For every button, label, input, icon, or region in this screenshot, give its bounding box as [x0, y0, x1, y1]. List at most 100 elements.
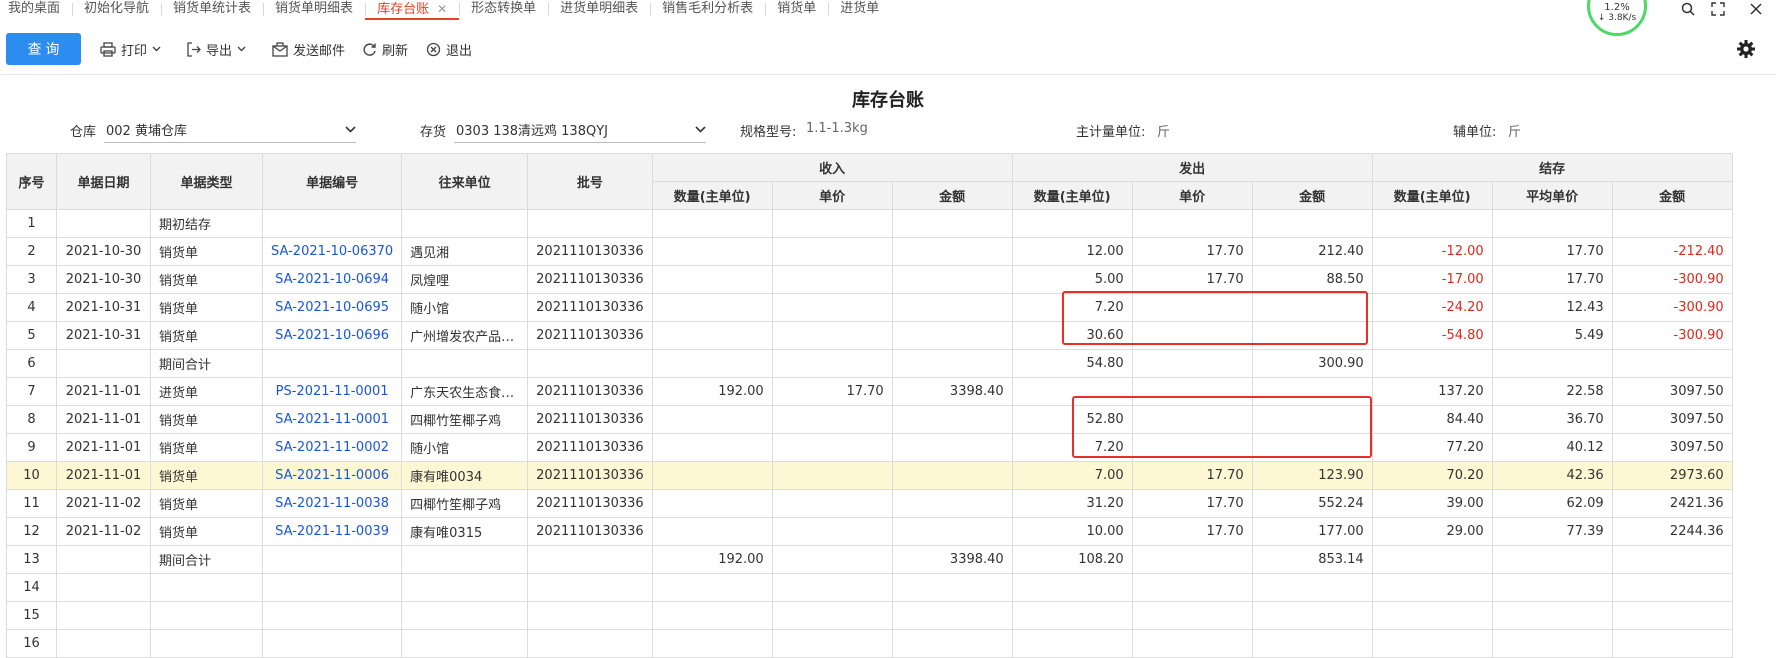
- cell-date: 2021-11-01: [56, 461, 151, 490]
- tab-label: 库存台账: [377, 2, 430, 17]
- search-icon[interactable]: [1677, 0, 1699, 18]
- fullscreen-icon[interactable]: [1707, 0, 1729, 18]
- refresh-button[interactable]: 刷新: [362, 33, 408, 65]
- cell-date: 2021-10-30: [56, 265, 151, 294]
- exit-button[interactable]: 退出: [426, 33, 472, 65]
- cell-in-price: 17.70: [771, 377, 893, 406]
- cell-batch: 2021110130336: [527, 489, 653, 518]
- tab-label: 销售毛利分析表: [662, 1, 754, 16]
- cell-type: 销货单: [150, 461, 263, 490]
- table-row[interactable]: 8 2021-11-01 销货单 SA-2021-11-0001 四椰竹笙椰子鸡 2021…: [6, 405, 1733, 434]
- inventory-ledger-table: 序号 单据日期 单据类型 单据编号 往来单位 批号 收入 发出 结存 数量(主单…: [6, 153, 1733, 658]
- cell-doc-no[interactable]: SA-2021-11-0038: [261, 489, 403, 518]
- print-label: 打印: [121, 43, 148, 59]
- cell-in-qty: [651, 489, 773, 518]
- cell-type: 销货单: [150, 293, 263, 322]
- cell-in-amount: [891, 209, 1013, 238]
- cell-date: 2021-11-01: [56, 405, 151, 434]
- tab-close-icon[interactable]: ✕: [437, 2, 447, 16]
- cell-out-qty: 10.00: [1011, 517, 1133, 546]
- cell-date: [56, 349, 151, 378]
- cell-seq: 5: [6, 321, 57, 350]
- table-row[interactable]: 13 期间合计 192.00 3398.40 108.20 853.14: [6, 545, 1733, 574]
- print-button[interactable]: 打印: [100, 33, 161, 65]
- table-row[interactable]: 4 2021-10-31 销货单 SA-2021-10-0695 随小馆 20211101…: [6, 293, 1733, 322]
- table-row[interactable]: 7 2021-11-01 进货单 PS-2021-11-0001 广东天农生态食… 202…: [6, 377, 1733, 406]
- cell-type: 期初结存: [150, 209, 263, 238]
- cell-in-price: [771, 349, 893, 378]
- cell-balance-qty: [1371, 349, 1493, 378]
- cell-seq: 4: [6, 293, 57, 322]
- export-icon: [186, 41, 201, 57]
- tab-desktop[interactable]: 我的桌面: [0, 0, 72, 20]
- export-button[interactable]: 导出: [186, 33, 246, 65]
- tab-label: 销货单统计表: [173, 1, 252, 16]
- cell-partner: [401, 629, 529, 658]
- cell-out-qty: 54.80: [1011, 349, 1133, 378]
- send-mail-button[interactable]: 发送邮件: [272, 33, 345, 65]
- cell-seq: 16: [6, 629, 57, 658]
- cell-doc-no[interactable]: SA-2021-11-0002: [261, 433, 403, 462]
- cell-out-price: 17.70: [1131, 265, 1253, 294]
- tab-purchase-order[interactable]: 进货单: [828, 0, 891, 20]
- close-icon[interactable]: [1745, 0, 1767, 18]
- cell-seq: 11: [6, 489, 57, 518]
- cell-doc-no[interactable]: SA-2021-10-0695: [261, 293, 403, 322]
- cell-in-qty: [651, 405, 773, 434]
- tab-gross-profit[interactable]: 销售毛利分析表: [650, 0, 765, 20]
- tab-sales-detail[interactable]: 销货单明细表: [263, 0, 365, 20]
- query-button[interactable]: 查 询: [6, 33, 81, 65]
- cell-balance-qty: [1371, 573, 1493, 602]
- tab-form-convert[interactable]: 形态转换单: [459, 0, 548, 20]
- cell-out-price: [1131, 545, 1253, 574]
- table-row[interactable]: 3 2021-10-30 销货单 SA-2021-10-0694 凤煌哩 20211101…: [6, 265, 1733, 294]
- tab-sales-order[interactable]: 销货单: [765, 0, 828, 20]
- cell-out-qty: 31.20: [1011, 489, 1133, 518]
- table-row[interactable]: 11 2021-11-02 销货单 SA-2021-11-0038 四椰竹笙椰子鸡 202…: [6, 489, 1733, 518]
- table-row[interactable]: 6 期间合计 54.80 300.90: [6, 349, 1733, 378]
- cell-doc-no[interactable]: SA-2021-10-06370: [261, 237, 403, 266]
- cell-balance-avg-price: [1491, 629, 1613, 658]
- cell-doc-no[interactable]: SA-2021-11-0039: [261, 517, 403, 546]
- warehouse-select[interactable]: 002 黄埔仓库: [104, 117, 356, 143]
- cell-balance-avg-price: 17.70: [1491, 237, 1613, 266]
- cell-out-amount: [1251, 629, 1373, 658]
- cell-partner: 凤煌哩: [401, 265, 529, 294]
- table-row[interactable]: 12 2021-11-02 销货单 SA-2021-11-0039 康有唯0315 202…: [6, 517, 1733, 546]
- stock-value: 0303 138清远鸡 138QYJ: [456, 124, 608, 139]
- cell-balance-amount: -300.90: [1611, 293, 1733, 322]
- settings-gear-icon[interactable]: [1735, 38, 1757, 60]
- table-row[interactable]: 5 2021-10-31 销货单 SA-2021-10-0696 广州增发农产品… 202…: [6, 321, 1733, 350]
- table-row[interactable]: 1 期初结存: [6, 209, 1733, 238]
- tab-init-nav[interactable]: 初始化导航: [72, 0, 161, 20]
- chevron-down-icon: [237, 46, 246, 52]
- cell-seq: 14: [6, 573, 57, 602]
- cell-doc-no[interactable]: SA-2021-11-0001: [261, 405, 403, 434]
- cell-doc-no[interactable]: SA-2021-10-0696: [261, 321, 403, 350]
- table-row[interactable]: 15: [6, 601, 1733, 630]
- cell-doc-no[interactable]: SA-2021-11-0006: [261, 461, 403, 490]
- cell-doc-no: [261, 601, 403, 630]
- table-row[interactable]: 9 2021-11-01 销货单 SA-2021-11-0002 随小馆 20211101…: [6, 433, 1733, 462]
- tab-label: 进货单: [840, 1, 880, 16]
- tab-inventory-ledger[interactable]: 库存台账 ✕: [365, 0, 460, 20]
- table-row[interactable]: 10 2021-11-01 销货单 SA-2021-11-0006 康有唯0034 202…: [6, 461, 1733, 490]
- cell-in-qty: [651, 461, 773, 490]
- tab-sales-stats[interactable]: 销货单统计表: [161, 0, 263, 20]
- cell-batch: [527, 349, 653, 378]
- tab-purchase-detail[interactable]: 进货单明细表: [548, 0, 650, 20]
- table-row[interactable]: 2 2021-10-30 销货单 SA-2021-10-06370 遇见湘 2021110…: [6, 237, 1733, 266]
- cell-seq: 13: [6, 545, 57, 574]
- stock-select[interactable]: 0303 138清远鸡 138QYJ: [454, 117, 706, 143]
- cell-batch: [527, 545, 653, 574]
- cell-batch: 2021110130336: [527, 461, 653, 490]
- toolbar: 查 询 打印 导出 发送邮件 刷新 退出: [0, 22, 1776, 75]
- cell-doc-no[interactable]: PS-2021-11-0001: [261, 377, 403, 406]
- cell-date: 2021-10-31: [56, 321, 151, 350]
- header-batch: 批号: [527, 153, 653, 210]
- cell-doc-no[interactable]: SA-2021-10-0694: [261, 265, 403, 294]
- table-row[interactable]: 16: [6, 629, 1733, 658]
- cell-out-amount: 853.14: [1251, 545, 1373, 574]
- cell-seq: 15: [6, 601, 57, 630]
- table-row[interactable]: 14: [6, 573, 1733, 602]
